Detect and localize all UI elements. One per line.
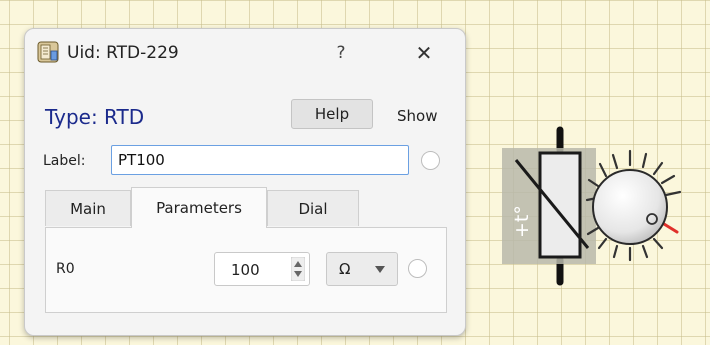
rtd-symbol-label: +t° (511, 205, 533, 238)
parameters-panel: R0 100 Ω (45, 227, 447, 313)
rtd-component[interactable]: +t° (480, 120, 710, 300)
dialog-title: Uid: RTD-229 (67, 43, 179, 63)
rtd-resistor-body (538, 151, 582, 259)
r0-value-input[interactable]: 100 (214, 252, 310, 286)
component-icon (37, 41, 59, 63)
spin-buttons-icon[interactable] (291, 257, 305, 281)
dial-knob (592, 169, 668, 245)
chevron-down-icon (375, 266, 385, 273)
tab-parameters-label: Parameters (156, 199, 242, 217)
tab-dial[interactable]: Dial (267, 190, 359, 226)
tab-main[interactable]: Main (45, 190, 131, 226)
tab-parameters[interactable]: Parameters (131, 187, 267, 228)
label-show-toggle[interactable] (421, 151, 440, 170)
show-label[interactable]: Show (397, 107, 437, 125)
label-caption: Label: (43, 153, 86, 169)
dialog-titlebar[interactable]: Uid: RTD-229 ? ✕ (25, 29, 465, 81)
r0-unit-select[interactable]: Ω (326, 252, 398, 286)
tab-main-label: Main (70, 199, 106, 218)
help-button[interactable]: Help (291, 99, 373, 129)
r0-value-text: 100 (231, 261, 260, 279)
tab-dial-label: Dial (298, 199, 328, 218)
close-button[interactable]: ✕ (413, 41, 435, 65)
type-heading: Type: RTD (45, 105, 145, 129)
dial-pointer-tick (662, 222, 679, 234)
r0-unit-text: Ω (339, 260, 351, 278)
context-help-button[interactable]: ? (333, 43, 349, 63)
param-name-r0: R0 (56, 261, 75, 277)
properties-dialog: Uid: RTD-229 ? ✕ Type: RTD Help Show Lab… (24, 28, 466, 336)
label-input[interactable] (111, 145, 409, 175)
r0-show-toggle[interactable] (408, 259, 427, 278)
